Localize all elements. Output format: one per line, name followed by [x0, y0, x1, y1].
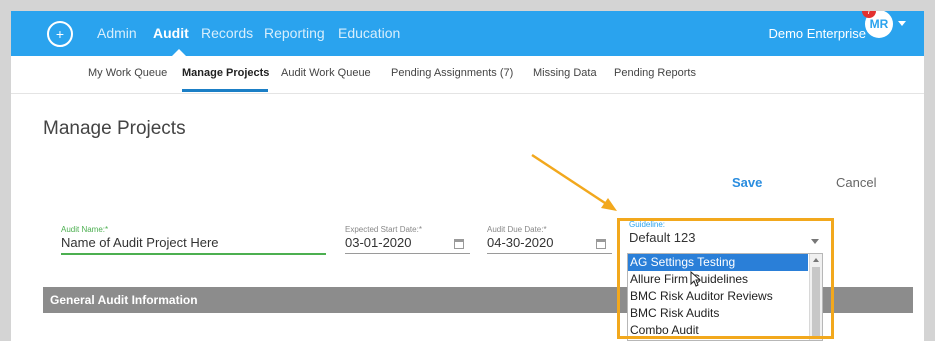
nav-item-records[interactable]: Records [201, 25, 253, 41]
audit-name-label: Audit Name:* [61, 225, 109, 234]
subnav-missing-data[interactable]: Missing Data [533, 67, 597, 79]
subnav-my-work-queue[interactable]: My Work Queue [88, 67, 167, 79]
annotation-arrow-head [601, 198, 617, 211]
start-date-label: Expected Start Date:* [345, 225, 422, 234]
audit-name-underline [61, 253, 326, 255]
user-menu-caret-icon[interactable] [898, 21, 906, 26]
app-logo-icon[interactable]: + [47, 21, 73, 47]
nav-item-admin[interactable]: Admin [97, 25, 137, 41]
due-date-input[interactable]: 04-30-2020 [487, 235, 554, 250]
sub-nav-bar: My Work Queue Manage Projects Audit Work… [11, 56, 924, 94]
subnav-manage-projects[interactable]: Manage Projects [182, 67, 269, 79]
section-title: General Audit Information [50, 293, 198, 307]
subnav-pending-assignments[interactable]: Pending Assignments (7) [391, 67, 513, 79]
nav-item-reporting[interactable]: Reporting [264, 25, 325, 41]
active-nav-indicator [172, 49, 186, 56]
notification-badge[interactable]: 7 [862, 4, 876, 18]
annotation-arrow-line [531, 153, 609, 207]
top-nav-bar: + Admin Audit Records Reporting Educatio… [11, 11, 924, 56]
nav-item-audit[interactable]: Audit [153, 25, 189, 41]
page-title: Manage Projects [43, 118, 186, 139]
active-subnav-underline [182, 89, 268, 92]
guideline-highlight-outline [617, 218, 834, 339]
due-date-calendar-icon[interactable] [596, 239, 606, 249]
subnav-pending-reports[interactable]: Pending Reports [614, 67, 696, 79]
organization-name[interactable]: Demo Enterprise [768, 26, 866, 41]
save-button[interactable]: Save [732, 175, 762, 190]
mouse-pointer-icon [690, 271, 702, 287]
subnav-audit-work-queue[interactable]: Audit Work Queue [281, 67, 371, 79]
start-date-input[interactable]: 03-01-2020 [345, 235, 412, 250]
start-date-calendar-icon[interactable] [454, 239, 464, 249]
start-date-underline [345, 253, 470, 254]
cancel-button[interactable]: Cancel [836, 175, 876, 190]
nav-item-education[interactable]: Education [338, 25, 400, 41]
due-date-underline [487, 253, 612, 254]
due-date-label: Audit Due Date:* [487, 225, 547, 234]
audit-name-input[interactable]: Name of Audit Project Here [61, 235, 219, 250]
